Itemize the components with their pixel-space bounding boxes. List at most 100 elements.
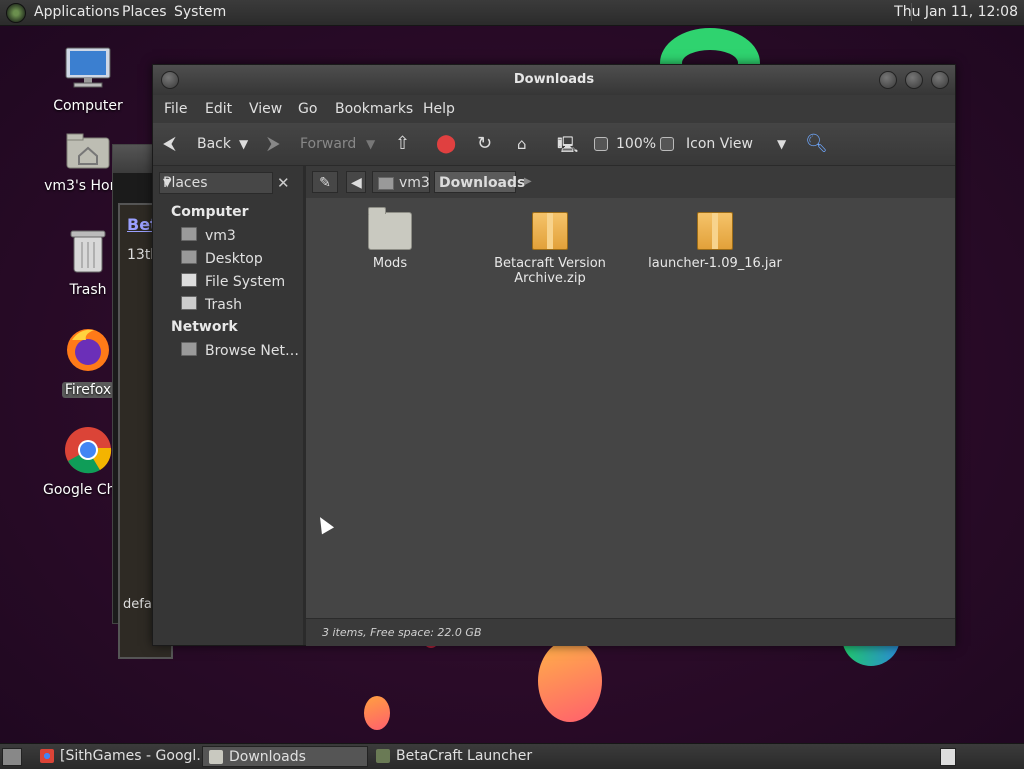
file-icon-view[interactable]: Mods Betacraft Version Archive.zip launc… xyxy=(306,198,955,618)
sidebar-item-label: vm3 xyxy=(205,228,236,244)
file-item-folder[interactable]: Mods xyxy=(325,207,455,271)
menu-places[interactable]: Places xyxy=(122,4,167,20)
path-segment-vm3[interactable]: vm3 xyxy=(372,171,430,193)
chevron-left-icon: ◀ xyxy=(351,175,362,191)
taskbar-item-downloads[interactable]: Downloads xyxy=(202,746,368,767)
menu-edit[interactable]: Edit xyxy=(205,101,232,117)
network-icon xyxy=(181,342,197,356)
path-scroll-left-button[interactable]: ◀ xyxy=(346,171,366,193)
file-manager-window: Downloads File Edit View Go Bookmarks He… xyxy=(152,64,956,646)
zoom-icon[interactable] xyxy=(594,137,608,151)
archive-package-icon xyxy=(697,212,733,250)
zoom-level[interactable]: 100% xyxy=(616,136,656,152)
top-panel: Applications Places System Thu Jan 11, 1… xyxy=(0,0,1024,26)
file-item-archive[interactable]: Betacraft Version Archive.zip xyxy=(485,212,615,286)
view-mode-select[interactable]: Icon View xyxy=(686,136,753,152)
window-title: Downloads xyxy=(513,72,595,87)
sidebar-item-vm3[interactable]: vm3 xyxy=(181,227,236,244)
forward-history-dropdown-icon: ▼ xyxy=(366,137,376,151)
path-scroll-right-icon: ▶ xyxy=(524,176,532,187)
bottom-panel: [SithGames - Googl… Downloads BetaCraft … xyxy=(0,743,1024,769)
sidebar-item-label: Browse Net… xyxy=(205,343,300,359)
home-folder-icon xyxy=(378,177,394,190)
file-name: Betacraft Version Archive.zip xyxy=(494,256,606,286)
view-mode-dropdown-icon[interactable]: ▼ xyxy=(777,137,786,151)
sidebar-section-computer: Computer xyxy=(171,204,249,220)
back-history-dropdown-icon[interactable]: ▼ xyxy=(239,137,248,151)
sidebar-item-label: Trash xyxy=(205,297,242,313)
drive-icon xyxy=(181,273,197,287)
desktop-icon-label: Firefox xyxy=(61,382,115,398)
back-button[interactable]: Back xyxy=(197,136,231,152)
file-name: Mods xyxy=(372,256,408,271)
stop-icon[interactable]: ⬤ xyxy=(436,133,456,154)
workspace-switcher[interactable] xyxy=(940,748,956,766)
home-folder-icon xyxy=(181,227,197,241)
chrome-icon xyxy=(40,749,54,763)
forward-button: Forward xyxy=(300,136,357,152)
sidebar-item-file-system[interactable]: File System xyxy=(181,273,285,290)
close-button[interactable] xyxy=(931,71,949,89)
edit-location-button[interactable]: ✎ xyxy=(312,171,338,193)
menu-help[interactable]: Help xyxy=(423,101,455,117)
menu-applications[interactable]: Applications xyxy=(34,4,120,20)
chevron-down-icon: ▼ xyxy=(163,176,172,189)
taskbar-item-label: [SithGames - Googl… xyxy=(60,748,200,764)
file-item-jar[interactable]: launcher-1.09_16.jar xyxy=(645,212,785,271)
computer-icon[interactable]: 🖳 xyxy=(557,134,578,161)
close-sidebar-icon[interactable]: ✕ xyxy=(277,174,290,192)
path-segment-downloads[interactable]: Downloads xyxy=(434,171,525,193)
view-mode-icon[interactable] xyxy=(660,137,674,151)
statusbar: 3 items, Free space: 22.0 GB xyxy=(306,618,955,646)
wallpaper-orange-shape xyxy=(538,640,602,722)
desktop-folder-icon xyxy=(181,250,197,264)
menu-system[interactable]: System xyxy=(174,4,226,20)
taskbar-item-label: BetaCraft Launcher … xyxy=(396,748,536,764)
sidebar-section-network: Network xyxy=(171,319,238,335)
computer-icon xyxy=(43,46,133,94)
forward-arrow-icon: ⮞ xyxy=(267,133,281,154)
menu-bookmarks[interactable]: Bookmarks xyxy=(335,101,413,117)
folder-icon xyxy=(209,750,223,764)
pencil-icon: ✎ xyxy=(319,175,331,191)
search-icon[interactable]: 🔍︎ xyxy=(805,133,828,154)
file-name: launcher-1.09_16.jar xyxy=(648,256,782,271)
taskbar-item-browser[interactable]: [SithGames - Googl… xyxy=(34,746,200,767)
folder-icon xyxy=(368,207,412,250)
desktop-icon-computer[interactable]: Computer xyxy=(43,46,133,114)
status-text: 3 items, Free space: 22.0 GB xyxy=(322,626,482,639)
up-arrow-icon[interactable]: ⇧ xyxy=(395,133,410,154)
sidebar-item-label: File System xyxy=(205,274,286,290)
path-segment-label: Downloads xyxy=(439,175,526,191)
menu-view[interactable]: View xyxy=(249,101,282,117)
wallpaper-small-shape xyxy=(364,696,390,730)
menu-go[interactable]: Go xyxy=(298,101,317,117)
maximize-button[interactable] xyxy=(905,71,923,89)
taskbar-item-betacraft[interactable]: BetaCraft Launcher … xyxy=(370,746,536,767)
java-icon xyxy=(376,749,390,763)
back-arrow-icon[interactable]: ⮜ xyxy=(163,133,176,154)
window-titlebar[interactable]: Downloads xyxy=(153,65,955,95)
sidebar-item-label: Desktop xyxy=(205,251,263,267)
places-sidebar: Places ▼ ✕ Computer vm3 Desktop File Sys… xyxy=(153,166,306,645)
clock[interactable]: Thu Jan 11, 12:08 xyxy=(894,4,1018,20)
background-window-footer: defa xyxy=(123,597,152,612)
desktop-icon-label: Trash xyxy=(69,282,107,298)
menu-file[interactable]: File xyxy=(164,101,187,117)
location-pathbar: ✎ ◀ vm3 Downloads ▶ xyxy=(306,166,955,198)
taskbar-item-label: Downloads xyxy=(229,749,306,765)
menubar: File Edit View Go Bookmarks Help xyxy=(153,95,955,123)
minimize-button[interactable] xyxy=(879,71,897,89)
sidebar-item-browse-network[interactable]: Browse Net… xyxy=(181,342,299,359)
sidebar-type-select[interactable]: Places ▼ xyxy=(159,172,273,194)
applications-menu-icon[interactable] xyxy=(6,3,26,23)
path-segment-label: vm3 xyxy=(399,175,430,191)
home-icon[interactable]: ⌂ xyxy=(517,135,527,153)
reload-icon[interactable]: ↻ xyxy=(477,133,492,154)
archive-package-icon xyxy=(532,212,568,250)
sidebar-item-trash[interactable]: Trash xyxy=(181,296,242,313)
show-desktop-icon[interactable] xyxy=(2,748,22,766)
sidebar-item-desktop[interactable]: Desktop xyxy=(181,250,263,267)
desktop-icon-label: Computer xyxy=(53,98,123,114)
toolbar: ⮜ Back ▼ ⮞ Forward ▼ ⇧ ⬤ ↻ ⌂ 🖳 100% Icon… xyxy=(153,123,955,166)
